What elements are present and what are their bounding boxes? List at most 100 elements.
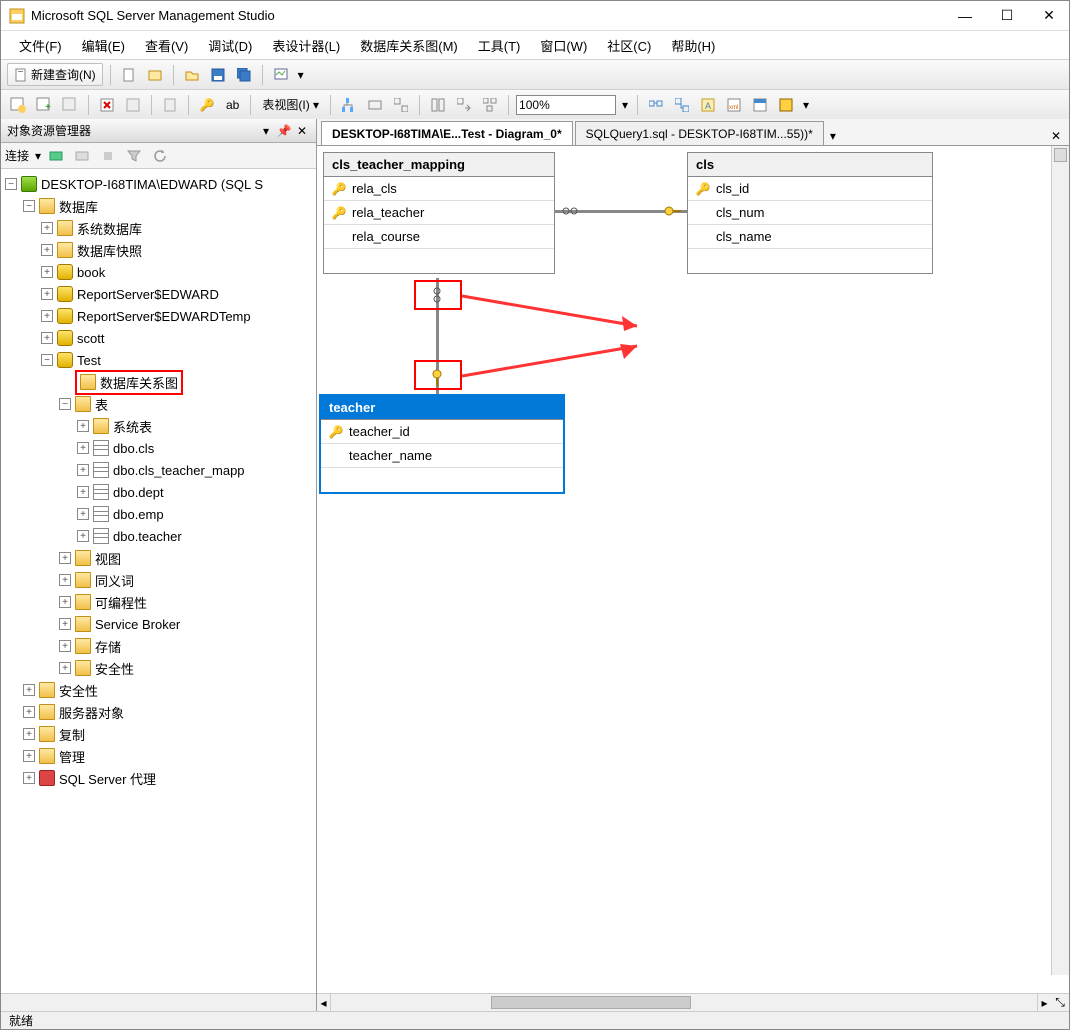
menu-edit[interactable]: 编辑(E) [74,32,133,59]
object-explorer-scrollbar-h[interactable] [1,993,316,1011]
tree-db-snapshots[interactable]: +数据库快照 [1,239,316,261]
tree-security-inner[interactable]: +安全性 [1,657,316,679]
tb-new-project-icon[interactable] [144,64,166,86]
menu-window[interactable]: 窗口(W) [532,32,595,59]
object-explorer-tree[interactable]: −DESKTOP-I68TIMA\EDWARD (SQL S −数据库 +系统数… [1,169,316,993]
tree-server-objects[interactable]: +服务器对象 [1,701,316,723]
table-column-empty[interactable] [321,468,563,492]
tree-table-teacher[interactable]: +dbo.teacher [1,525,316,547]
zoom-combo[interactable] [516,95,616,115]
tree-db-reportserver[interactable]: +ReportServer$EDWARD [1,283,316,305]
diagram-canvas[interactable]: cls_teacher_mapping 🔑rela_cls 🔑rela_teac… [317,145,1069,993]
table-column-empty[interactable] [324,249,554,273]
menu-community[interactable]: 社区(C) [599,32,659,59]
table-column[interactable]: 🔑rela_course [324,225,554,249]
tree-table-emp[interactable]: +dbo.emp [1,503,316,525]
tb-zoom-dd-icon[interactable]: ▾ [620,94,630,116]
scroll-up-icon[interactable] [1054,148,1067,162]
tree-databases[interactable]: −数据库 [1,195,316,217]
table-column[interactable]: 🔑teacher_id [321,420,563,444]
tb-save-icon[interactable] [207,64,229,86]
tree-system-databases[interactable]: +系统数据库 [1,217,316,239]
oe-disconnect-icon[interactable] [71,145,93,167]
tree-table-cls[interactable]: +dbo.cls [1,437,316,459]
tree-views[interactable]: +视图 [1,547,316,569]
tree-security[interactable]: +安全性 [1,679,316,701]
table-column[interactable]: 🔑teacher_name [321,444,563,468]
tree-management[interactable]: +管理 [1,745,316,767]
tree-replication[interactable]: +复制 [1,723,316,745]
table-column[interactable]: 🔑cls_id [688,177,932,201]
tb-dd-icon[interactable]: ▾ [296,64,306,86]
tb-arrange-tables-icon[interactable] [479,94,501,116]
tree-table-cls-teacher-mapping[interactable]: +dbo.cls_teacher_mapp [1,459,316,481]
editor-scrollbar-h[interactable] [331,994,1037,1011]
tree-db-reportservertemp[interactable]: +ReportServer$EDWARDTemp [1,305,316,327]
tab-dropdown-icon[interactable]: ▾ [826,127,840,145]
editor-scrollbar-v[interactable] [1051,146,1069,975]
panel-close-icon[interactable]: ✕ [294,123,310,139]
tab-sqlquery[interactable]: SQLQuery1.sql - DESKTOP-I68TIM...55))* [575,121,824,145]
oe-refresh-icon[interactable] [149,145,171,167]
tb-add-table-icon[interactable]: + [33,94,55,116]
tree-db-book[interactable]: +book [1,261,316,283]
menu-help[interactable]: 帮助(H) [663,32,723,59]
tb-xml-icon[interactable]: xml [723,94,745,116]
tree-db-diagrams[interactable]: 数据库关系图 [1,371,316,393]
tree-db-scott[interactable]: +scott [1,327,316,349]
oe-connect-icon[interactable] [45,145,67,167]
diagram-table-cls[interactable]: cls 🔑cls_id 🔑cls_num 🔑cls_name [687,152,933,274]
tab-diagram[interactable]: DESKTOP-I68TIMA\E...Test - Diagram_0* [321,121,573,145]
tb-key-icon[interactable]: 🔑 [196,94,218,116]
table-column[interactable]: 🔑rela_teacher [324,201,554,225]
tb-arrange-icon[interactable] [390,94,412,116]
panel-pin-icon[interactable]: 📌 [276,123,292,139]
tree-service-broker[interactable]: +Service Broker [1,613,316,635]
table-column[interactable]: 🔑rela_cls [324,177,554,201]
tb-activity-monitor-icon[interactable] [270,64,292,86]
menu-table-designer[interactable]: 表设计器(L) [264,32,348,59]
resize-handle-icon[interactable]: ⤡ [1051,994,1069,1011]
tree-synonyms[interactable]: +同义词 [1,569,316,591]
tb-recalc-icon[interactable] [453,94,475,116]
tree-sql-agent[interactable]: +SQL Server 代理 [1,767,316,789]
tb-new-table-icon[interactable] [7,94,29,116]
menu-tools[interactable]: 工具(T) [470,32,529,59]
tb-script-icon[interactable] [159,94,181,116]
minimize-button[interactable]: — [953,7,977,25]
menu-db-diagram[interactable]: 数据库关系图(M) [352,32,466,59]
tree-table-dept[interactable]: +dbo.dept [1,481,316,503]
maximize-button[interactable]: ☐ [995,7,1019,25]
tb-ab-label[interactable]: ab [222,98,243,112]
tb-new-annotation-icon[interactable] [645,94,667,116]
menu-debug[interactable]: 调试(D) [200,32,260,59]
tree-storage[interactable]: +存储 [1,635,316,657]
tb-rel-icon[interactable] [671,94,693,116]
tb-page-break-icon[interactable] [427,94,449,116]
diagram-table-teacher[interactable]: teacher 🔑teacher_id 🔑teacher_name [319,394,565,494]
tb-open-icon[interactable] [181,64,203,86]
connect-label[interactable]: 连接 [5,147,29,164]
tb-save-all-icon[interactable] [233,64,255,86]
table-header[interactable]: cls_teacher_mapping [324,153,554,177]
tb-a-icon[interactable]: A [697,94,719,116]
close-button[interactable]: ✕ [1037,7,1061,25]
scroll-right-icon[interactable]: ▸ [1037,994,1051,1011]
tb-add-related-icon[interactable] [59,94,81,116]
tab-close-icon[interactable]: ✕ [1047,127,1065,145]
tb-delete-icon[interactable] [96,94,118,116]
tb-constraints-icon[interactable] [749,94,771,116]
scroll-left-icon[interactable]: ◂ [317,994,331,1011]
table-column-empty[interactable] [688,249,932,273]
table-view-dropdown[interactable]: 表视图(I) ▾ [258,96,323,113]
tb-autosize-icon[interactable] [364,94,386,116]
tb-show-rel-icon[interactable] [338,94,360,116]
tree-system-tables[interactable]: +系统表 [1,415,316,437]
table-column[interactable]: 🔑cls_name [688,225,932,249]
menu-view[interactable]: 查看(V) [137,32,196,59]
tb-new-file-icon[interactable] [118,64,140,86]
oe-filter-icon[interactable] [123,145,145,167]
new-query-button[interactable]: 新建查询(N) [7,63,103,86]
diagram-table-cls-teacher-mapping[interactable]: cls_teacher_mapping 🔑rela_cls 🔑rela_teac… [323,152,555,274]
menu-file[interactable]: 文件(F) [11,32,70,59]
